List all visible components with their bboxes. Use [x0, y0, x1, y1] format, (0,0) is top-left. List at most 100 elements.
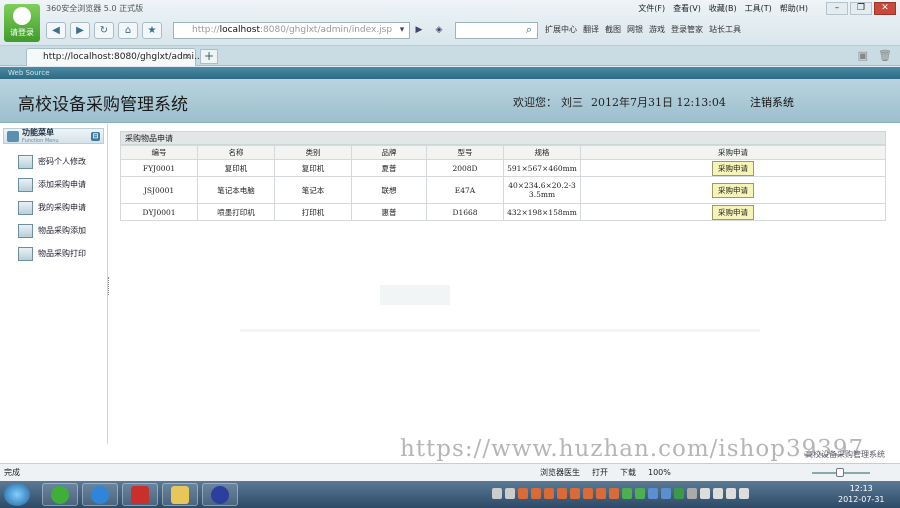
tab-side-tools: ▣ 🗑	[858, 49, 892, 62]
tool-games[interactable]: 游戏	[649, 24, 665, 35]
taskbar-clock[interactable]: 12:13 2012-07-31	[838, 483, 885, 505]
tray-icon[interactable]	[726, 488, 736, 499]
sidebar-item-label: 物品采购添加	[38, 226, 86, 235]
sidebar-title: 功能菜单	[22, 128, 54, 137]
tray-icon[interactable]	[583, 488, 593, 499]
tray-icon[interactable]	[687, 488, 697, 499]
menu-tools[interactable]: 工具(T)	[745, 3, 772, 14]
dropdown-icon[interactable]: ▾	[395, 22, 409, 39]
apply-button[interactable]: 采购申请	[712, 182, 754, 198]
browser-titlebar: 请登录 360安全浏览器 5.0 正式版 文件(F) 查看(V) 收藏(B) 工…	[0, 0, 900, 46]
login-label: 请登录	[10, 28, 34, 37]
tool-screenshot[interactable]: 截图	[605, 24, 621, 35]
table-row: FYJ0001 复印机 复印机 夏普 2008D 591×567×460mm 采…	[120, 159, 886, 177]
cell-model: 2008D	[426, 159, 504, 177]
tray-icon[interactable]	[518, 488, 528, 499]
open-button[interactable]: 打开	[592, 464, 608, 481]
sidebar-item-change-password[interactable]: 密码个人修改	[18, 150, 107, 173]
taskbar-app-globe[interactable]	[202, 483, 238, 506]
splitter-handle[interactable]	[108, 277, 111, 295]
restore-icon[interactable]: ❐	[850, 2, 872, 15]
app-icon	[131, 486, 149, 504]
sidebar-item-add-request[interactable]: 添加采购申请	[18, 173, 107, 196]
window-controls: – ❐ ✕	[826, 2, 896, 15]
taskbar-app-red[interactable]	[122, 483, 158, 506]
cell-category: 复印机	[274, 159, 352, 177]
browser-logo[interactable]: 请登录	[4, 4, 40, 42]
tab-close-icon[interactable]: ×	[183, 49, 191, 65]
sidebar-item-label: 添加采购申请	[38, 180, 86, 189]
watermark: https://www.huzhan.com/ishop39397	[400, 436, 865, 462]
forward-icon[interactable]: ▶	[70, 22, 90, 39]
minimize-icon[interactable]: –	[826, 2, 848, 15]
favorite-star-icon[interactable]: ★	[142, 22, 162, 39]
zoom-slider-handle[interactable]	[836, 468, 844, 477]
tray-icon[interactable]	[531, 488, 541, 499]
taskbar-app-ie[interactable]	[82, 483, 118, 506]
apply-button[interactable]: 采购申请	[712, 160, 754, 176]
taskbar-app-360-browser[interactable]	[42, 483, 78, 506]
address-bar[interactable]: http://localhost:8080/ghglxt/admin/index…	[173, 22, 410, 39]
tray-icon[interactable]	[557, 488, 567, 499]
volume-icon[interactable]	[739, 488, 749, 499]
go-icon[interactable]: ▶	[412, 22, 426, 39]
shield-icon[interactable]: ◈	[432, 22, 446, 39]
refresh-icon[interactable]: ↻	[94, 22, 114, 39]
tray-icon[interactable]	[609, 488, 619, 499]
tool-translate[interactable]: 翻译	[583, 24, 599, 35]
tray-icon[interactable]	[622, 488, 632, 499]
document-icon	[18, 177, 33, 192]
tool-webmaster[interactable]: 站长工具	[709, 24, 741, 35]
tray-icon[interactable]	[635, 488, 645, 499]
tray-icon[interactable]	[570, 488, 580, 499]
tray-icon[interactable]	[492, 488, 502, 499]
close-icon[interactable]: ✕	[874, 2, 896, 15]
tray-icon[interactable]	[648, 488, 658, 499]
browser-doctor-button[interactable]: 浏览器医生	[540, 464, 580, 481]
sidebar-item-my-requests[interactable]: 我的采购申请	[18, 196, 107, 219]
trash-icon[interactable]: 🗑	[878, 49, 892, 62]
tray-icon[interactable]	[674, 488, 684, 499]
home-icon[interactable]: ⌂	[118, 22, 138, 39]
address-prefix: http://	[192, 25, 220, 35]
tool-bank[interactable]: 网银	[627, 24, 643, 35]
folder-icon	[171, 486, 189, 504]
tray-icon[interactable]	[596, 488, 606, 499]
search-icon[interactable]: ⌕	[520, 22, 538, 39]
apply-button[interactable]: 采购申请	[712, 204, 754, 220]
new-tab-button[interactable]: +	[200, 49, 218, 64]
page-title: 高校设备采购管理系统	[18, 95, 188, 115]
download-button[interactable]: 下载	[620, 464, 636, 481]
status-text: 完成	[4, 468, 20, 477]
cell-category: 笔记本	[274, 176, 352, 204]
tray-icon[interactable]	[544, 488, 554, 499]
tray-icon[interactable]	[700, 488, 710, 499]
tool-extension-center[interactable]: 扩展中心	[545, 24, 577, 35]
cell-action: 采购申请	[580, 159, 886, 177]
tray-icon[interactable]	[713, 488, 723, 499]
zoom-level[interactable]: 100%	[648, 464, 671, 481]
menu-favorites[interactable]: 收藏(B)	[709, 3, 737, 14]
sidebar-item-print[interactable]: 物品采购打印	[18, 242, 107, 265]
tray-icon[interactable]	[661, 488, 671, 499]
datetime: 2012年7月31日 12:13:04	[591, 96, 726, 109]
tray-icon[interactable]	[505, 488, 515, 499]
tab-bar: http://localhost:8080/ghglxt/admi... × +…	[0, 46, 900, 66]
logout-link[interactable]: 注销系统	[750, 94, 794, 110]
background-artifact	[240, 329, 760, 332]
tool-login-manager[interactable]: 登录管家	[671, 24, 703, 35]
tab-active[interactable]: http://localhost:8080/ghglxt/admi... ×	[26, 48, 203, 66]
back-icon[interactable]: ◀	[46, 22, 66, 39]
col-spec: 规格	[503, 145, 581, 160]
menu-view[interactable]: 查看(V)	[673, 3, 701, 14]
collapse-icon[interactable]: ⊟	[91, 132, 100, 141]
start-button[interactable]	[4, 483, 30, 506]
menu-help[interactable]: 帮助(H)	[780, 3, 808, 14]
sidebar-item-add-item[interactable]: 物品采购添加	[18, 219, 107, 242]
taskbar-app-explorer[interactable]	[162, 483, 198, 506]
address-host: localhost	[219, 25, 260, 35]
tab-list-icon[interactable]: ▣	[858, 49, 868, 62]
menu-file[interactable]: 文件(F)	[638, 3, 665, 14]
cell-brand: 惠普	[351, 203, 427, 221]
sidebar-header: 功能菜单 Function Menu ⊟	[3, 128, 104, 144]
